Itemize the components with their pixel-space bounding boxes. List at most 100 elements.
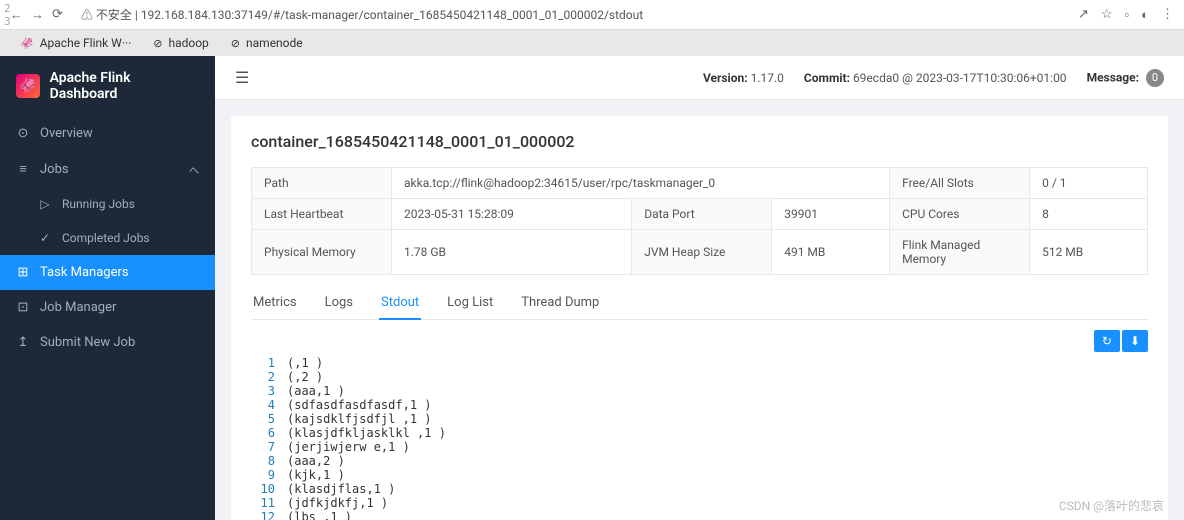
sidebar-item-job-manager[interactable]: ⊡ Job Manager bbox=[0, 290, 215, 325]
line-number: 8 bbox=[251, 454, 287, 468]
line-content: (klasdjflas,1 ) bbox=[287, 482, 395, 496]
watermark: CSDN @落叶的悲哀 bbox=[1059, 497, 1164, 514]
info-label: Data Port bbox=[632, 199, 772, 230]
tab-icon: ⊘ bbox=[153, 37, 162, 50]
line-content: (jerjiwjerw e,1 ) bbox=[287, 440, 410, 454]
code-line: 11(jdfkjdkfj,1 ) bbox=[251, 496, 1148, 510]
message-info: Message: 0 bbox=[1087, 69, 1164, 87]
completed-icon: ✓ bbox=[38, 231, 52, 245]
sidebar-item-jobs[interactable]: ≡ Jobs ヘ bbox=[0, 151, 215, 187]
tab-loglist[interactable]: Log List bbox=[445, 287, 495, 320]
info-label: Last Heartbeat bbox=[252, 199, 392, 230]
info-value: 491 MB bbox=[772, 230, 890, 275]
code-line: 8(aaa,2 ) bbox=[251, 454, 1148, 468]
line-content: (kajsdklfjsdfjl ,1 ) bbox=[287, 412, 432, 426]
sidebar-item-completed-jobs[interactable]: ✓ Completed Jobs bbox=[0, 221, 215, 255]
sidebar-header: 🦑 Apache Flink Dashboard bbox=[0, 56, 215, 116]
page-line-numbers: 2 3 bbox=[2, 0, 13, 30]
line-number: 9 bbox=[251, 468, 287, 482]
code-line: 7(jerjiwjerw e,1 ) bbox=[251, 440, 1148, 454]
code-line: 1(,1 ) bbox=[251, 356, 1148, 370]
share-icon[interactable]: ↗ bbox=[1078, 7, 1089, 23]
task-managers-icon: ⊞ bbox=[16, 265, 30, 280]
page-title: container_1685450421148_0001_01_000002 bbox=[251, 132, 1148, 151]
info-label: Physical Memory bbox=[252, 230, 392, 275]
line-number: 2 bbox=[251, 370, 287, 384]
download-button[interactable]: ⬇ bbox=[1122, 330, 1148, 352]
sidebar-item-overview[interactable]: ⊙ Overview bbox=[0, 116, 215, 151]
info-value: 8 bbox=[1030, 199, 1148, 230]
line-content: (kjk,1 ) bbox=[287, 468, 345, 482]
info-value: 0 / 1 bbox=[1030, 168, 1148, 199]
line-number: 7 bbox=[251, 440, 287, 454]
submit-icon: ↥ bbox=[16, 335, 30, 350]
code-line: 6(klasjdfkljasklkl ,1 ) bbox=[251, 426, 1148, 440]
line-number: 4 bbox=[251, 398, 287, 412]
flink-logo-icon: 🦑 bbox=[16, 74, 40, 98]
overview-icon: ⊙ bbox=[16, 126, 30, 141]
browser-tab[interactable]: ⊘ hadoop bbox=[143, 32, 219, 54]
line-number: 5 bbox=[251, 412, 287, 426]
commit-info: Commit: 69ecda0 @ 2023-03-17T10:30:06+01… bbox=[804, 71, 1067, 85]
browser-tab[interactable]: ⊘ namenode bbox=[221, 32, 313, 54]
forward-icon[interactable]: → bbox=[31, 7, 44, 23]
tab-stdout[interactable]: Stdout bbox=[379, 287, 421, 320]
refresh-button[interactable]: ↻ bbox=[1094, 330, 1120, 352]
line-number: 1 bbox=[251, 356, 287, 370]
code-line: 9(kjk,1 ) bbox=[251, 468, 1148, 482]
line-content: (jdfkjdkfj,1 ) bbox=[287, 496, 388, 510]
menu-icon[interactable]: ⋮ bbox=[1161, 7, 1174, 23]
info-value: 512 MB bbox=[1030, 230, 1148, 275]
tab-icon: 🦑 bbox=[20, 37, 34, 50]
line-content: (klasjdfkljasklkl ,1 ) bbox=[287, 426, 446, 440]
subtabs: Metrics Logs Stdout Log List Thread Dump bbox=[251, 287, 1148, 320]
box-icon[interactable]: ▫ bbox=[1125, 7, 1130, 23]
line-number: 10 bbox=[251, 482, 287, 496]
code-line: 3(aaa,1 ) bbox=[251, 384, 1148, 398]
code-line: 10(klasdjflas,1 ) bbox=[251, 482, 1148, 496]
info-value: akka.tcp://flink@hadoop2:34615/user/rpc/… bbox=[392, 168, 890, 199]
line-number: 11 bbox=[251, 496, 287, 510]
line-content: (aaa,2 ) bbox=[287, 454, 345, 468]
tab-metrics[interactable]: Metrics bbox=[251, 287, 299, 320]
browser-tabs: 🦑 Apache Flink W··· ⊘ hadoop ⊘ namenode bbox=[0, 30, 1184, 56]
user-icon[interactable]: ◐ bbox=[1141, 7, 1149, 23]
url-bar[interactable]: ⚠ 不安全 | 192.168.184.130:37149/#/task-man… bbox=[73, 6, 1068, 23]
sidebar-item-submit-job[interactable]: ↥ Submit New Job bbox=[0, 325, 215, 360]
line-content: (,1 ) bbox=[287, 356, 323, 370]
line-content: (sdfasdfasdfasdf,1 ) bbox=[287, 398, 432, 412]
info-label: Free/All Slots bbox=[890, 168, 1030, 199]
bookmark-icon[interactable]: ☆ bbox=[1101, 7, 1113, 23]
jobs-icon: ≡ bbox=[16, 161, 30, 177]
line-content: (aaa,1 ) bbox=[287, 384, 345, 398]
browser-toolbar: ← → ⟳ ⚠ 不安全 | 192.168.184.130:37149/#/ta… bbox=[0, 0, 1184, 30]
info-label: CPU Cores bbox=[890, 199, 1030, 230]
line-number: 3 bbox=[251, 384, 287, 398]
info-value: 1.78 GB bbox=[392, 230, 632, 275]
version-info: Version: 1.17.0 bbox=[703, 71, 784, 85]
sidebar-item-task-managers[interactable]: ⊞ Task Managers bbox=[0, 255, 215, 290]
chevron-up-icon: ヘ bbox=[189, 162, 199, 177]
reload-icon[interactable]: ⟳ bbox=[52, 7, 63, 23]
tab-threaddump[interactable]: Thread Dump bbox=[519, 287, 601, 320]
running-icon: ▷ bbox=[38, 197, 52, 211]
menu-toggle-icon[interactable]: ☰ bbox=[235, 68, 249, 87]
info-label: Path bbox=[252, 168, 392, 199]
code-line: 5(kajsdklfjsdfjl ,1 ) bbox=[251, 412, 1148, 426]
sidebar-item-running-jobs[interactable]: ▷ Running Jobs bbox=[0, 187, 215, 221]
info-table: Path akka.tcp://flink@hadoop2:34615/user… bbox=[251, 167, 1148, 275]
job-manager-icon: ⊡ bbox=[16, 300, 30, 315]
line-content: (,2 ) bbox=[287, 370, 323, 384]
code-line: 4(sdfasdfasdfasdf,1 ) bbox=[251, 398, 1148, 412]
sidebar: 🦑 Apache Flink Dashboard ⊙ Overview ≡ Jo… bbox=[0, 56, 215, 520]
code-line: 12(lbs ,1 ) bbox=[251, 510, 1148, 520]
browser-tab[interactable]: 🦑 Apache Flink W··· bbox=[10, 32, 141, 54]
top-header: ☰ Version: 1.17.0 Commit: 69ecda0 @ 2023… bbox=[215, 56, 1184, 100]
info-label: Flink Managed Memory bbox=[890, 230, 1030, 275]
info-label: JVM Heap Size bbox=[632, 230, 772, 275]
line-content: (lbs ,1 ) bbox=[287, 510, 352, 520]
tab-logs[interactable]: Logs bbox=[323, 287, 355, 320]
line-number: 6 bbox=[251, 426, 287, 440]
message-badge: 0 bbox=[1146, 69, 1164, 87]
line-number: 12 bbox=[251, 510, 287, 520]
